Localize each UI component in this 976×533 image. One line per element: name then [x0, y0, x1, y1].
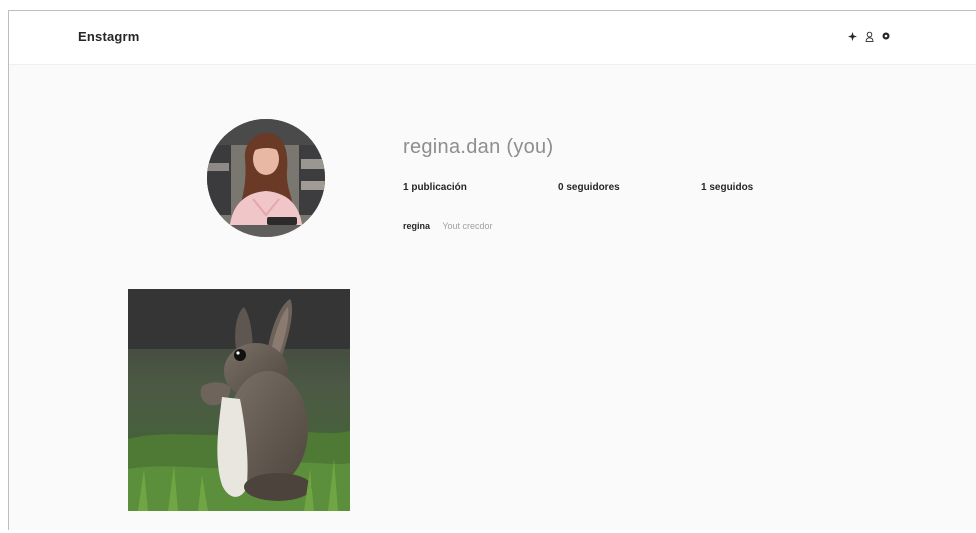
avatar[interactable]: [207, 119, 325, 237]
following-count[interactable]: 1 seguidos: [701, 182, 753, 193]
compass-icon[interactable]: [847, 30, 857, 42]
profile-username: regina.dan (you): [403, 136, 554, 158]
brand-logo[interactable]: Enstagrm: [78, 29, 140, 44]
profile-icon[interactable]: [881, 30, 891, 42]
profile-bio: regina Yout crecdor: [403, 221, 493, 231]
nav-icons: [847, 30, 891, 42]
posts-count: 1 publicación: [403, 182, 467, 193]
avatar-photo: [207, 119, 325, 237]
app-window: Enstagrm regina.dan (you) 1 publicación …: [8, 10, 976, 530]
bio-text: Yout crecdor: [442, 221, 493, 231]
top-navigation-bar: Enstagrm: [9, 11, 976, 65]
bio-name: regina: [403, 221, 431, 231]
heart-icon[interactable]: [864, 30, 874, 42]
rabbit-photo: [128, 289, 350, 511]
followers-count[interactable]: 0 seguidores: [558, 182, 620, 193]
post-thumbnail[interactable]: [128, 289, 350, 511]
